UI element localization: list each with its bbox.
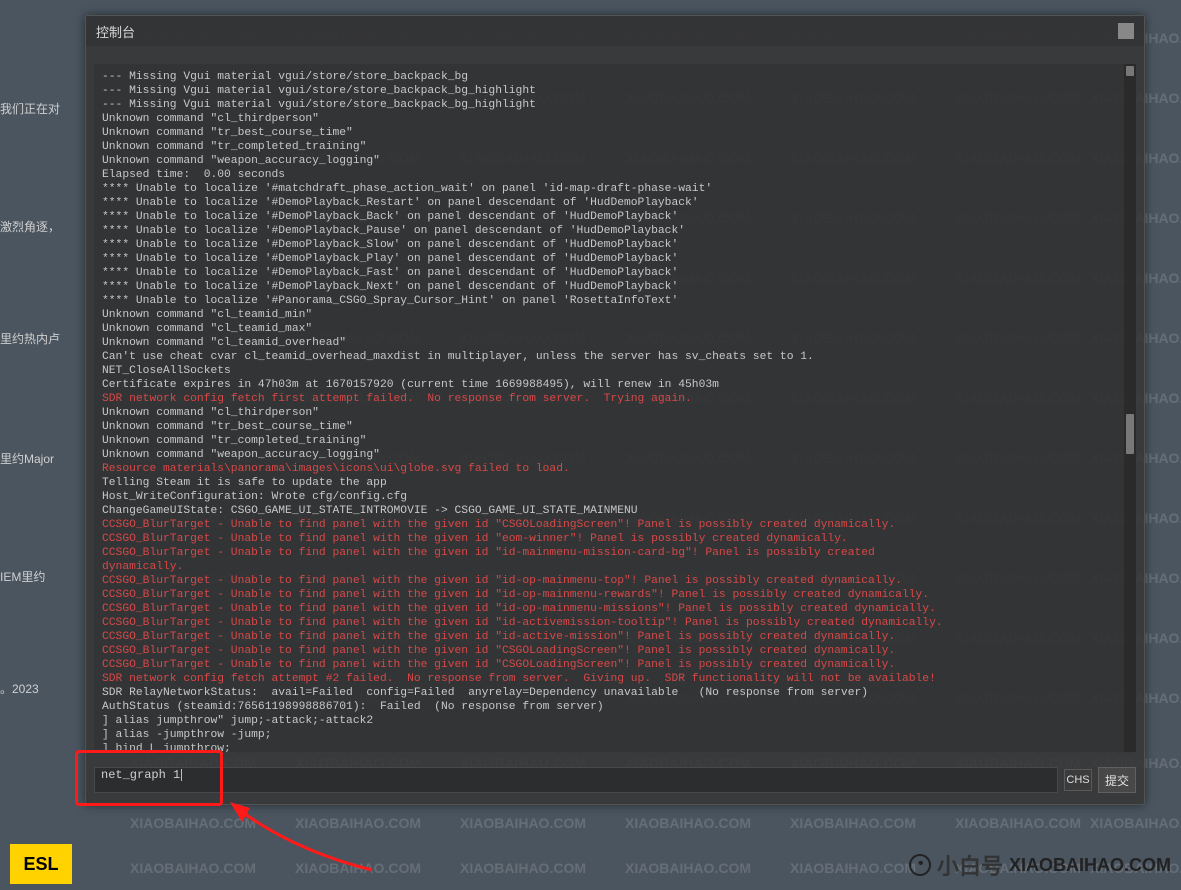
watermark-text: XIAOBAIHAO.COM [460,815,586,831]
console-line: --- Missing Vgui material vgui/store/sto… [102,98,1128,112]
console-line: CCSGO_BlurTarget - Unable to find panel … [102,658,1128,672]
bg-text: 里约热内卢 [0,330,60,347]
watermark-text: XIAOBAIHAO.COM [955,815,1081,831]
bg-text: IEM里约 [0,568,45,585]
console-line: CCSGO_BlurTarget - Unable to find panel … [102,546,1128,560]
bg-text: 我们正在对 [0,100,60,117]
console-line: **** Unable to localize '#DemoPlayback_F… [102,266,1128,280]
console-line: Unknown command "tr_best_course_time" [102,420,1128,434]
brand-watermark: 小白号 XIAOBAIHAO.COM [909,849,1171,881]
annotation-arrow [222,800,382,890]
console-line: Certificate expires in 47h03m at 1670157… [102,378,1128,392]
bg-text: 。2023 [0,680,39,697]
console-line: CCSGO_BlurTarget - Unable to find panel … [102,602,1128,616]
console-line: Elapsed time: 0.00 seconds [102,168,1128,182]
console-line: --- Missing Vgui material vgui/store/sto… [102,84,1128,98]
console-line: Unknown command "weapon_accuracy_logging… [102,448,1128,462]
console-input[interactable]: net_graph 1 [94,767,1058,793]
console-line: Unknown command "cl_thirdperson" [102,112,1128,126]
console-line: CCSGO_BlurTarget - Unable to find panel … [102,630,1128,644]
console-input-row: net_graph 1 CHS 提交 [94,766,1136,794]
console-line: **** Unable to localize '#DemoPlayback_N… [102,280,1128,294]
brand-url: XIAOBAIHAO.COM [1009,855,1171,876]
console-line: SDR RelayNetworkStatus: avail=Failed con… [102,686,1128,700]
background-left-panel: 我们正在对 激烈角逐， 里约热内卢 里约Major IEM里约 。2023 [0,0,85,889]
scrollbar[interactable] [1124,64,1136,752]
console-line: **** Unable to localize '#matchdraft_pha… [102,182,1128,196]
console-line: SDR network config fetch first attempt f… [102,392,1128,406]
console-line: Unknown command "cl_teamid_max" [102,322,1128,336]
console-line: ] alias jumpthrow" jump;-attack;-attack2 [102,714,1128,728]
console-line: NET_CloseAllSockets [102,364,1128,378]
console-line: CCSGO_BlurTarget - Unable to find panel … [102,644,1128,658]
console-output[interactable]: --- Missing Vgui material vgui/store/sto… [94,64,1136,752]
console-line: **** Unable to localize '#DemoPlayback_P… [102,252,1128,266]
console-line: Telling Steam it is safe to update the a… [102,476,1128,490]
console-line: ChangeGameUIState: CSGO_GAME_UI_STATE_IN… [102,504,1128,518]
annotation-highlight-box [75,750,223,806]
console-line: **** Unable to localize '#DemoPlayback_P… [102,224,1128,238]
watermark-text: XIAOBAIHAO.COM [625,815,751,831]
console-line: Unknown command "weapon_accuracy_logging… [102,154,1128,168]
console-line: CCSGO_BlurTarget - Unable to find panel … [102,518,1128,532]
scrollbar-thumb[interactable] [1126,414,1134,454]
watermark-text: XIAOBAIHAO.COM [460,860,586,876]
console-line: Unknown command "tr_completed_training" [102,140,1128,154]
console-line: **** Unable to localize '#DemoPlayback_B… [102,210,1128,224]
console-line: **** Unable to localize '#DemoPlayback_R… [102,196,1128,210]
watermark-text: XIAOBAIHAO.COM [790,860,916,876]
console-line: CCSGO_BlurTarget - Unable to find panel … [102,588,1128,602]
console-line: Resource materials\panorama\images\icons… [102,462,1128,476]
console-line: Unknown command "cl_thirdperson" [102,406,1128,420]
console-line: CCSGO_BlurTarget - Unable to find panel … [102,616,1128,630]
scrollbar-thumb[interactable] [1126,66,1134,76]
console-line: ] alias -jumpthrow -jump; [102,728,1128,742]
console-line: dynamically. [102,560,1128,574]
submit-button[interactable]: 提交 [1098,767,1136,793]
ime-indicator[interactable]: CHS [1064,769,1092,791]
watermark-text: XIAOBAIHAO.COM [1090,815,1181,831]
console-line: ] bind L jumpthrow; [102,742,1128,752]
console-line: --- Missing Vgui material vgui/store/sto… [102,70,1128,84]
watermark-text: XIAOBAIHAO.COM [790,815,916,831]
console-window: 控制台 --- Missing Vgui material vgui/store… [85,15,1145,805]
console-line: CCSGO_BlurTarget - Unable to find panel … [102,574,1128,588]
console-line: Unknown command "tr_completed_training" [102,434,1128,448]
console-titlebar[interactable]: 控制台 [86,16,1144,46]
console-line: **** Unable to localize '#DemoPlayback_S… [102,238,1128,252]
console-line: Host_WriteConfiguration: Wrote cfg/confi… [102,490,1128,504]
console-line: Unknown command "cl_teamid_overhead" [102,336,1128,350]
bg-text: 激烈角逐， [0,218,60,235]
brand-logo-icon [909,854,931,876]
console-line: Can't use cheat cvar cl_teamid_overhead_… [102,350,1128,364]
console-line: CCSGO_BlurTarget - Unable to find panel … [102,532,1128,546]
console-line: SDR network config fetch attempt #2 fail… [102,672,1128,686]
console-line: **** Unable to localize '#Panorama_CSGO_… [102,294,1128,308]
console-title: 控制台 [96,22,135,41]
close-icon[interactable] [1118,23,1134,39]
bg-text: 里约Major [0,450,54,467]
esl-logo: ESL [10,844,72,884]
brand-name: 小白号 [937,849,1003,881]
console-line: Unknown command "cl_teamid_min" [102,308,1128,322]
console-line: Unknown command "tr_best_course_time" [102,126,1128,140]
console-line: AuthStatus (steamid:76561198998886701): … [102,700,1128,714]
watermark-text: XIAOBAIHAO.COM [625,860,751,876]
